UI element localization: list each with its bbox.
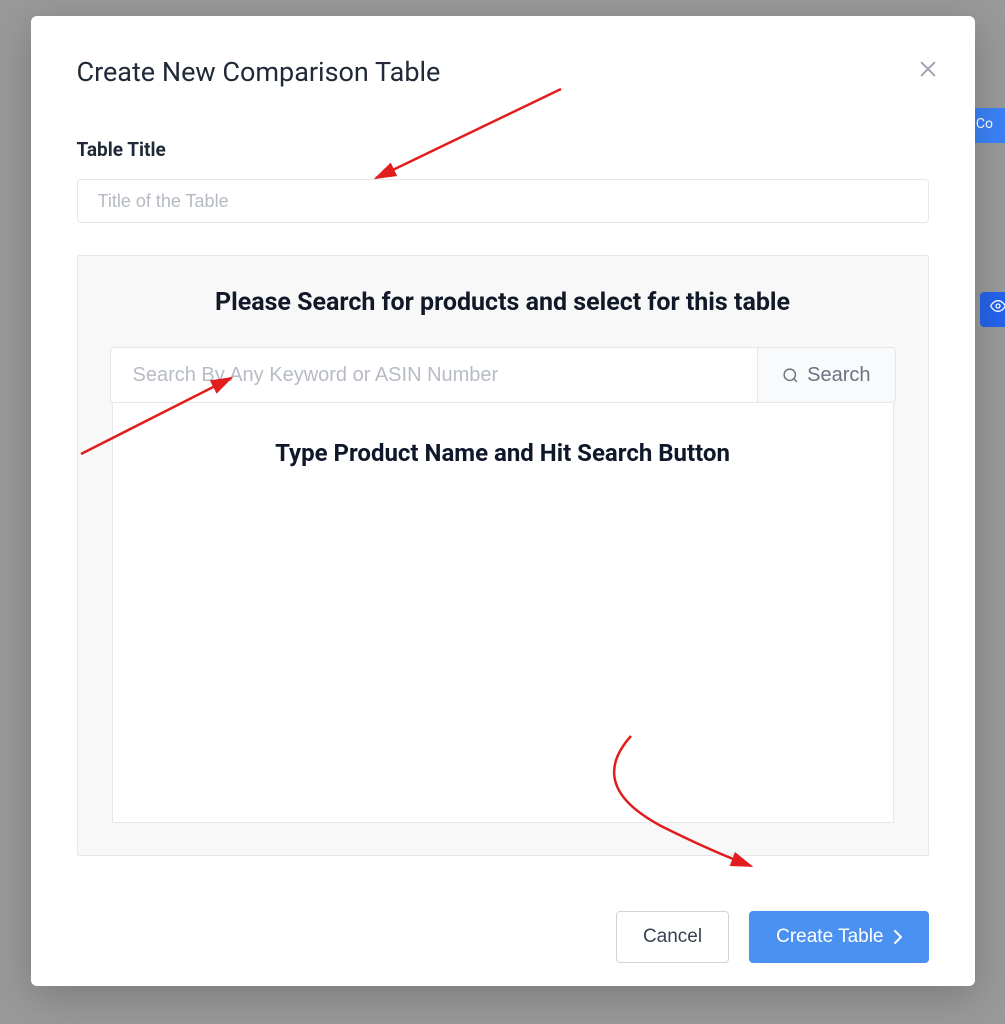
create-table-button-label: Create Table	[776, 926, 883, 948]
results-area: Type Product Name and Hit Search Button	[112, 403, 894, 823]
search-button[interactable]: Search	[757, 347, 895, 403]
chevron-right-icon	[894, 930, 902, 944]
table-title-label: Table Title	[77, 138, 929, 161]
modal-overlay: Create New Comparison Table Table Title …	[0, 0, 1005, 1024]
search-row: Search	[110, 347, 896, 403]
create-comparison-table-modal: Create New Comparison Table Table Title …	[31, 16, 975, 986]
modal-title: Create New Comparison Table	[77, 56, 929, 88]
create-table-button[interactable]: Create Table	[749, 911, 928, 963]
close-button[interactable]	[917, 58, 939, 80]
modal-footer: Cancel Create Table	[77, 911, 929, 963]
close-icon	[917, 58, 939, 80]
search-heading: Please Search for products and select fo…	[110, 288, 896, 317]
search-button-label: Search	[807, 364, 870, 387]
search-icon	[782, 367, 799, 384]
results-hint: Type Product Name and Hit Search Button	[143, 439, 863, 467]
cancel-button-label: Cancel	[643, 926, 702, 948]
search-section: Please Search for products and select fo…	[77, 255, 929, 856]
cancel-button[interactable]: Cancel	[616, 911, 729, 963]
product-search-input[interactable]	[110, 347, 758, 403]
table-title-input[interactable]	[77, 179, 929, 223]
